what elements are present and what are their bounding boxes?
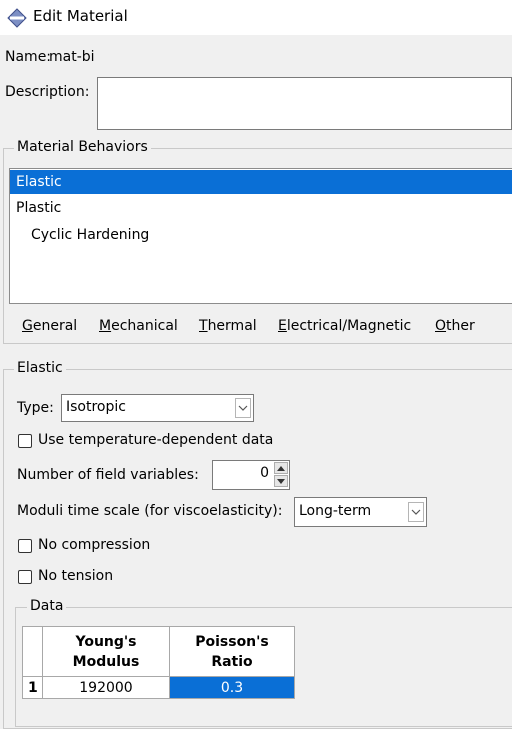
temp-dependent-label: Use temperature-dependent data — [38, 432, 274, 448]
menu-mechanical[interactable]: Mechanical — [99, 318, 178, 334]
table-row: 1 192000 0.3 — [22, 676, 295, 699]
spinner-up-button[interactable] — [274, 462, 288, 474]
no-tension-checkbox[interactable] — [18, 570, 32, 584]
description-label: Description: — [5, 84, 90, 100]
column-header-youngs-modulus[interactable]: Young's Modulus — [42, 626, 170, 677]
type-dropdown[interactable]: Isotropic — [61, 394, 254, 422]
no-tension-label: No tension — [38, 568, 114, 584]
moduli-time-scale-value: Long-term — [299, 503, 372, 519]
no-compression-checkbox[interactable] — [18, 539, 32, 553]
chevron-down-icon — [408, 502, 424, 522]
menu-general[interactable]: General — [22, 318, 77, 334]
spinner-down-button[interactable] — [274, 475, 288, 487]
moduli-time-scale-dropdown[interactable]: Long-term — [294, 497, 427, 527]
table-cell-youngs-modulus[interactable]: 192000 — [42, 676, 170, 699]
type-dropdown-value: Isotropic — [66, 399, 126, 415]
triangle-up-icon — [277, 466, 285, 471]
name-value: mat-bi — [49, 49, 95, 65]
moduli-time-scale-label: Moduli time scale (for viscoelasticity): — [17, 503, 283, 519]
data-legend: Data — [27, 598, 67, 614]
window-title: Edit Material — [33, 7, 128, 25]
behaviors-list[interactable]: Elastic Plastic Cyclic Hardening — [9, 168, 512, 304]
temp-dependent-checkbox[interactable] — [18, 434, 32, 448]
table-cell-poissons-ratio[interactable]: 0.3 — [169, 676, 295, 699]
behavior-item-plastic[interactable]: Plastic — [10, 196, 512, 220]
chevron-down-icon — [235, 398, 251, 418]
material-diamond-icon — [7, 8, 27, 28]
data-table-area: Young's Modulus Poisson's Ratio 1 192000… — [22, 626, 512, 713]
column-header-poissons-ratio[interactable]: Poisson's Ratio — [169, 626, 295, 677]
menu-electrical-magnetic[interactable]: Electrical/Magnetic — [278, 318, 411, 334]
name-label: Name: — [5, 49, 52, 65]
triangle-down-icon — [277, 479, 285, 484]
menu-thermal[interactable]: Thermal — [199, 318, 257, 334]
description-field[interactable] — [97, 77, 512, 130]
no-compression-label: No compression — [38, 537, 151, 553]
field-variables-label: Number of field variables: — [17, 467, 199, 483]
material-behaviors-legend: Material Behaviors — [14, 139, 151, 155]
row-header[interactable]: 1 — [22, 676, 43, 699]
field-variables-spinner[interactable]: 0 — [212, 460, 290, 490]
behavior-item-elastic[interactable]: Elastic — [10, 170, 512, 194]
field-variables-value: 0 — [260, 465, 269, 481]
elastic-legend: Elastic — [14, 360, 66, 376]
menu-other[interactable]: Other — [435, 318, 475, 334]
behavior-item-cyclic-hardening[interactable]: Cyclic Hardening — [10, 223, 512, 247]
type-label: Type: — [17, 400, 54, 416]
corner-cell — [22, 626, 43, 677]
data-table: Young's Modulus Poisson's Ratio 1 192000… — [22, 626, 295, 699]
